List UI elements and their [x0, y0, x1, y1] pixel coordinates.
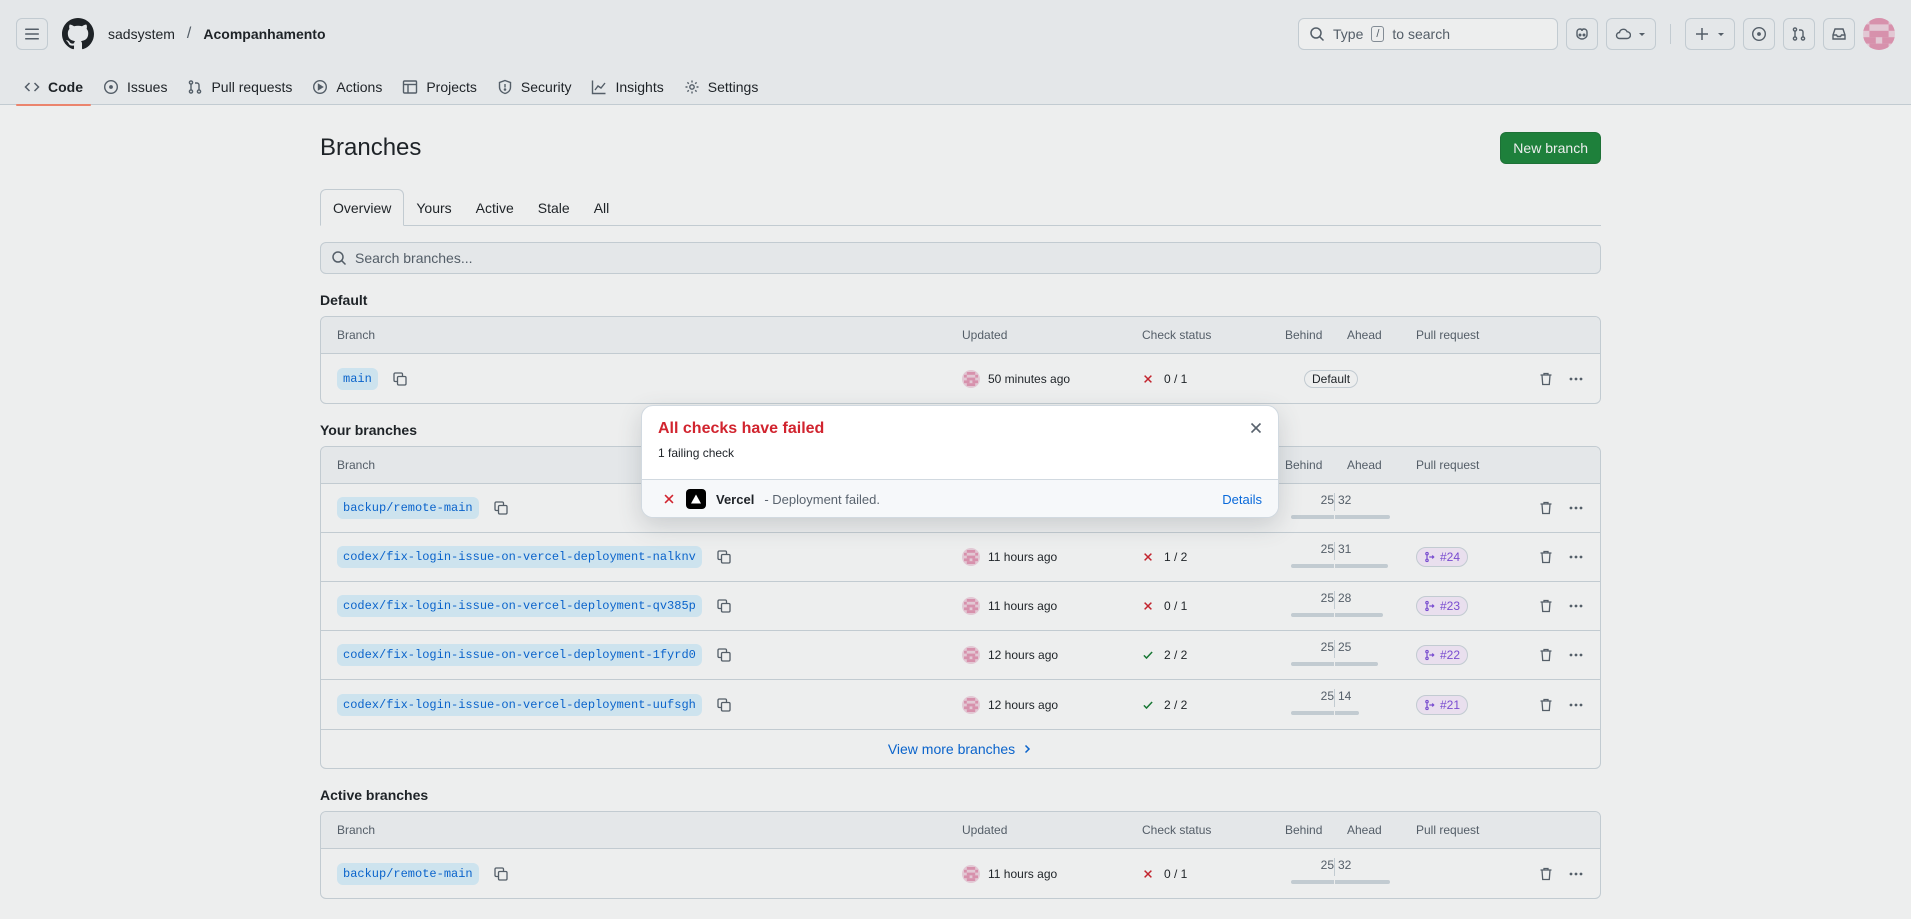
details-link[interactable]: Details: [1222, 492, 1262, 507]
popover-subtitle: 1 failing check: [658, 446, 735, 460]
check-run-row: Vercel - Deployment failed. Details: [642, 480, 1278, 517]
check-description: - Deployment failed.: [764, 491, 880, 507]
check-name: Vercel: [716, 491, 755, 507]
check-status-popover: All checks have failed 1 failing check V…: [641, 405, 1279, 518]
popover-title: All checks have failed: [658, 420, 825, 437]
x-icon: [664, 494, 674, 504]
close-icon: [1250, 422, 1262, 434]
vercel-logo-icon: [686, 489, 706, 509]
close-popover-button[interactable]: [1248, 420, 1264, 436]
